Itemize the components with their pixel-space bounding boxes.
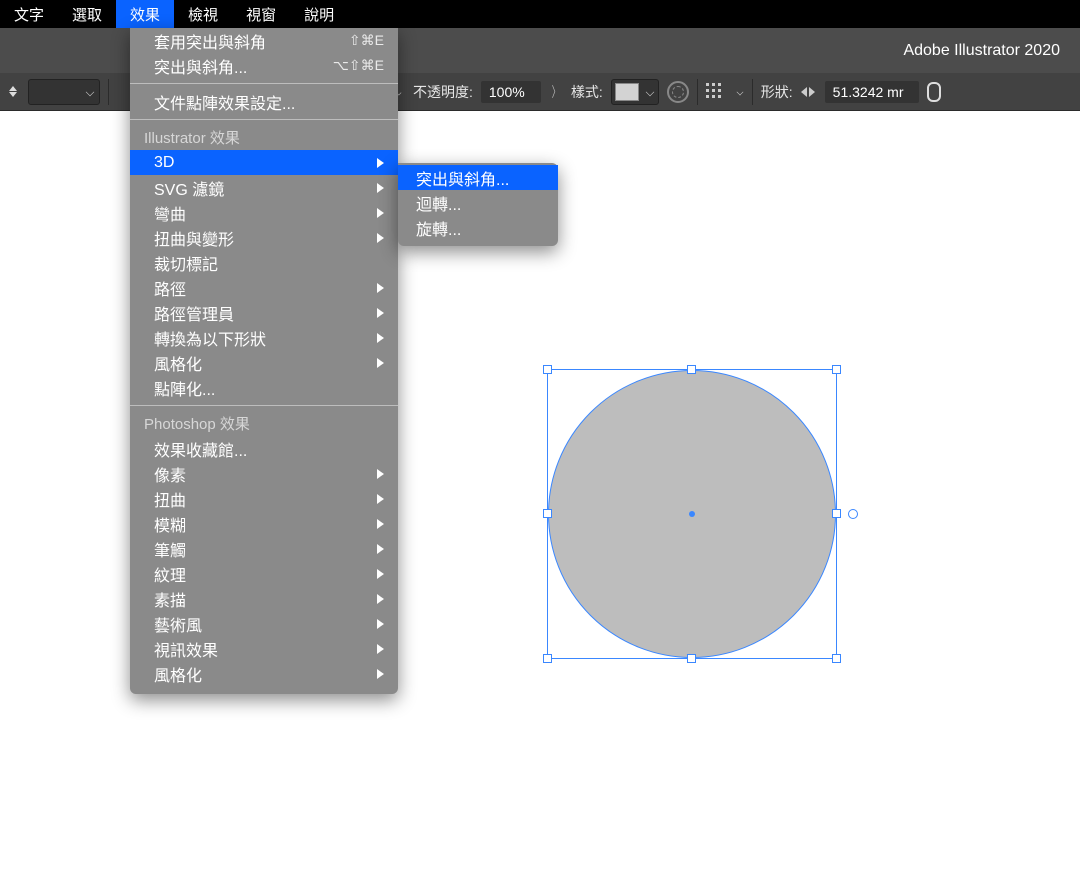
- submenu-arrow-icon: [377, 544, 384, 554]
- stroke-weight-combo[interactable]: [28, 79, 100, 105]
- resize-handle[interactable]: [687, 654, 696, 663]
- submenu-arrow-icon: [377, 619, 384, 629]
- effects-dropdown: 套用突出與斜角 ⇧⌘E 突出與斜角... ⌥⇧⌘E 文件點陣效果設定... Il…: [130, 28, 398, 694]
- submenu-arrow-icon: [377, 283, 384, 293]
- menuitem-pixelate[interactable]: 像素: [130, 461, 398, 486]
- menuitem-pathfinder[interactable]: 路徑管理員: [130, 300, 398, 325]
- menuitem-3d[interactable]: 3D: [130, 150, 398, 175]
- menuitem-texture[interactable]: 紋理: [130, 561, 398, 586]
- menuitem-warp[interactable]: 彎曲: [130, 200, 398, 225]
- menuitem-3d-extrude-bevel[interactable]: 突出與斜角...: [398, 165, 558, 190]
- submenu-arrow-icon: [377, 594, 384, 604]
- submenu-arrow-icon: [377, 158, 384, 168]
- menu-effect[interactable]: 效果: [116, 0, 174, 28]
- menuitem-3d-rotate[interactable]: 旋轉...: [398, 215, 558, 240]
- submenu-arrow-icon: [377, 669, 384, 679]
- submenu-arrow-icon: [377, 308, 384, 318]
- menu-separator: [130, 405, 398, 406]
- menu-view[interactable]: 檢視: [174, 0, 232, 28]
- divider: [752, 79, 753, 105]
- submenu-arrow-icon: [377, 333, 384, 343]
- submenu-arrow-icon: [377, 494, 384, 504]
- style-swatch: [615, 83, 639, 101]
- chevron-right-icon[interactable]: 〉: [552, 82, 560, 102]
- opacity-value[interactable]: 100%: [481, 81, 541, 103]
- shape-label: 形狀:: [761, 82, 793, 102]
- link-icon[interactable]: [927, 82, 941, 102]
- graphic-style-combo[interactable]: [611, 79, 659, 105]
- stroke-weight-stepper[interactable]: [6, 81, 20, 103]
- resize-handle[interactable]: [832, 654, 841, 663]
- menu-separator: [130, 119, 398, 120]
- submenu-arrow-icon: [377, 569, 384, 579]
- menuitem-last-effect-options[interactable]: 突出與斜角... ⌥⇧⌘E: [130, 53, 398, 78]
- menu-separator: [130, 83, 398, 84]
- menuitem-video[interactable]: 視訊效果: [130, 636, 398, 661]
- app-title: Adobe Illustrator 2020: [903, 42, 1060, 60]
- menuitem-crop-marks[interactable]: 裁切標記: [130, 250, 398, 275]
- menuitem-artistic[interactable]: 藝術風: [130, 611, 398, 636]
- selection-bounding-box[interactable]: [547, 369, 837, 659]
- resize-handle[interactable]: [832, 365, 841, 374]
- menu-text[interactable]: 文字: [0, 0, 58, 28]
- submenu-arrow-icon: [377, 233, 384, 243]
- center-point-icon[interactable]: [689, 511, 695, 517]
- resize-handle[interactable]: [543, 509, 552, 518]
- pie-widget-icon[interactable]: [848, 509, 858, 519]
- divider: [697, 79, 698, 105]
- section-illustrator-effects: Illustrator 效果: [130, 125, 398, 150]
- menuitem-3d-revolve[interactable]: 迴轉...: [398, 190, 558, 215]
- resize-handle[interactable]: [543, 654, 552, 663]
- submenu-arrow-icon: [377, 644, 384, 654]
- menu-window[interactable]: 視窗: [232, 0, 290, 28]
- menuitem-stylize-ps[interactable]: 風格化: [130, 661, 398, 686]
- align-icon[interactable]: [706, 83, 728, 101]
- submenu-arrow-icon: [377, 208, 384, 218]
- menuitem-distort-transform[interactable]: 扭曲與變形: [130, 225, 398, 250]
- menuitem-blur[interactable]: 模糊: [130, 511, 398, 536]
- style-label: 樣式:: [571, 82, 603, 102]
- submenu-3d: 突出與斜角... 迴轉... 旋轉...: [398, 163, 558, 246]
- recolor-artwork-icon[interactable]: [667, 81, 689, 103]
- menuitem-brush-strokes[interactable]: 筆觸: [130, 536, 398, 561]
- menuitem-svg-filters[interactable]: SVG 濾鏡: [130, 175, 398, 200]
- menuitem-effect-gallery[interactable]: 效果收藏館...: [130, 436, 398, 461]
- menuitem-convert-to-shape[interactable]: 轉換為以下形狀: [130, 325, 398, 350]
- resize-handle[interactable]: [543, 365, 552, 374]
- flip-icon[interactable]: [801, 85, 817, 99]
- menuitem-distort-ps[interactable]: 扭曲: [130, 486, 398, 511]
- resize-handle[interactable]: [687, 365, 696, 374]
- shape-width-value[interactable]: 51.3242 mr: [825, 81, 919, 103]
- menuitem-sketch[interactable]: 素描: [130, 586, 398, 611]
- submenu-arrow-icon: [377, 519, 384, 529]
- submenu-arrow-icon: [377, 358, 384, 368]
- submenu-arrow-icon: [377, 469, 384, 479]
- submenu-arrow-icon: [377, 183, 384, 193]
- section-photoshop-effects: Photoshop 效果: [130, 411, 398, 436]
- menu-select[interactable]: 選取: [58, 0, 116, 28]
- menuitem-stylize-ai[interactable]: 風格化: [130, 350, 398, 375]
- opacity-label: 不透明度:: [413, 82, 473, 102]
- menuitem-apply-last-effect[interactable]: 套用突出與斜角 ⇧⌘E: [130, 28, 398, 53]
- divider: [108, 79, 109, 105]
- menuitem-rasterize[interactable]: 點陣化...: [130, 375, 398, 400]
- app-menubar: 文字 選取 效果 檢視 視窗 說明: [0, 0, 1080, 28]
- menuitem-path[interactable]: 路徑: [130, 275, 398, 300]
- menu-help[interactable]: 說明: [290, 0, 348, 28]
- chevron-down-icon[interactable]: [736, 88, 743, 95]
- menuitem-raster-settings[interactable]: 文件點陣效果設定...: [130, 89, 398, 114]
- resize-handle[interactable]: [832, 509, 841, 518]
